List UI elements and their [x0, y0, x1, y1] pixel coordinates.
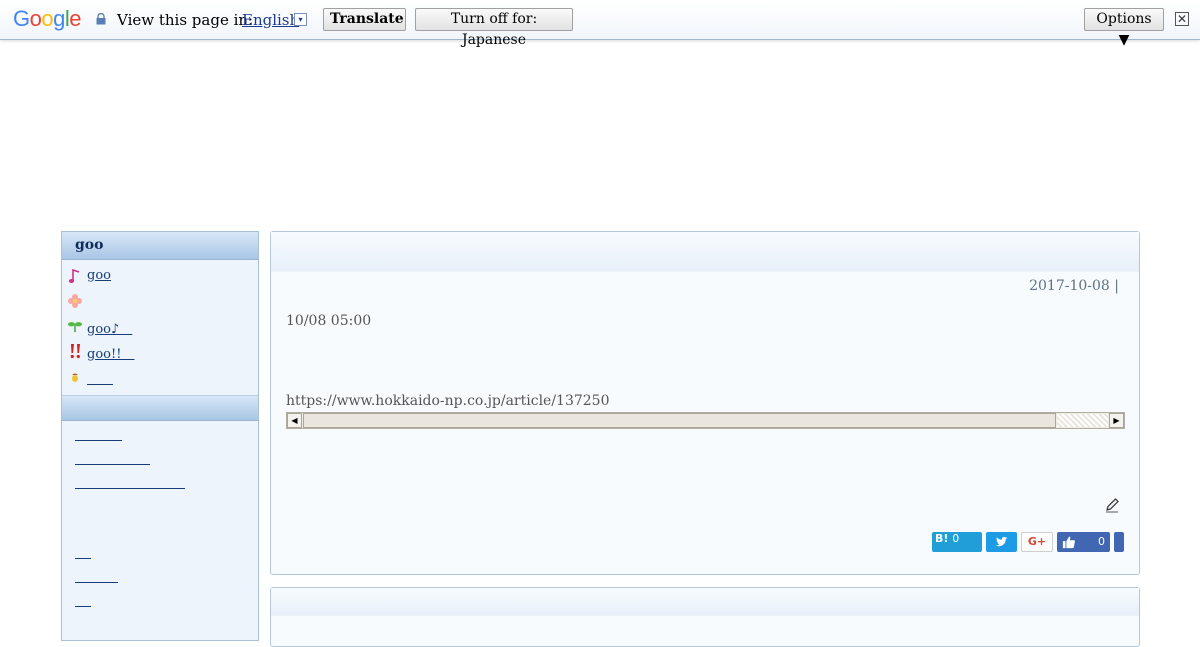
- scroll-left-icon[interactable]: ◀: [287, 413, 302, 428]
- scroll-right-icon[interactable]: ▶: [1109, 413, 1124, 428]
- sidebar-item[interactable]: [62, 289, 258, 314]
- flower-icon: [68, 294, 82, 308]
- entry-title-bar: [271, 232, 1139, 272]
- sidebar-list: goo goo♪ goo!!: [62, 260, 258, 389]
- sidebar: goo goo goo♪ goo!!: [61, 231, 259, 641]
- translate-bar: Google View this page in: English ▾ Tran…: [0, 0, 1200, 48]
- hatena-count: 0: [952, 532, 960, 545]
- scrollbar-thumb[interactable]: [303, 413, 1056, 428]
- blog-entry: 2017-10-08 | 10/08 05:00 https://www.hok…: [270, 231, 1140, 575]
- entry-source-url: https://www.hokkaido-np.co.jp/article/13…: [286, 393, 610, 409]
- sidebar-link[interactable]: [75, 569, 118, 583]
- twitter-share-button[interactable]: [986, 532, 1017, 552]
- lock-icon: [96, 13, 106, 25]
- close-icon[interactable]: ✕: [1175, 12, 1189, 26]
- sprout-icon: [68, 322, 82, 333]
- entry-date: 2017-10-08 |: [1029, 278, 1119, 294]
- thumbs-up-icon: [1062, 536, 1075, 549]
- sidebar-item[interactable]: [62, 364, 258, 389]
- sidebar-link[interactable]: [75, 475, 185, 489]
- music-note-icon: [68, 268, 80, 283]
- language-dropdown-icon[interactable]: ▾: [294, 13, 307, 26]
- hatena-label: B!: [935, 532, 949, 545]
- sidebar-header: goo: [62, 232, 258, 260]
- translate-button[interactable]: Translate: [323, 8, 406, 31]
- twitter-icon: [995, 536, 1008, 547]
- sidebar-section-header: [62, 395, 258, 421]
- pencil-icon[interactable]: [1104, 497, 1120, 513]
- facebook-count: 0: [1098, 535, 1105, 548]
- blog-entry: [270, 587, 1140, 647]
- entry-time: 10/08 05:00: [286, 313, 372, 329]
- sidebar-item-label[interactable]: goo!!: [87, 343, 134, 362]
- double-exclamation-icon: [70, 344, 80, 359]
- sidebar-item[interactable]: goo: [62, 264, 258, 289]
- entry-title-bar: [271, 588, 1139, 616]
- sidebar-link[interactable]: [75, 545, 91, 559]
- facebook-like-button[interactable]: 0: [1057, 532, 1110, 552]
- turn-off-button[interactable]: Turn off for: Japanese: [415, 8, 573, 48]
- google-plus-share-button[interactable]: G+: [1021, 532, 1053, 552]
- options-button[interactable]: Options ▼: [1084, 8, 1164, 48]
- acorn-icon: [72, 373, 78, 382]
- hatena-bookmark-button[interactable]: B! 0: [932, 532, 982, 552]
- scrollbar-track[interactable]: [1057, 414, 1108, 427]
- sidebar-link[interactable]: [75, 451, 150, 465]
- sidebar-item-label[interactable]: goo: [87, 268, 111, 283]
- facebook-extra-button[interactable]: [1114, 532, 1124, 552]
- sidebar-item-label[interactable]: goo♪: [87, 318, 132, 337]
- language-link[interactable]: English: [242, 11, 299, 29]
- sidebar-item-label[interactable]: [87, 368, 113, 387]
- sidebar-item[interactable]: goo♪: [62, 314, 258, 339]
- sidebar-link[interactable]: [75, 593, 91, 607]
- google-logo: Google: [13, 6, 82, 31]
- horizontal-scrollbar[interactable]: ◀ ▶: [286, 412, 1125, 429]
- sidebar-item[interactable]: goo!!: [62, 339, 258, 364]
- sidebar-link[interactable]: [75, 427, 122, 441]
- view-page-prompt: View this page in:: [117, 11, 254, 29]
